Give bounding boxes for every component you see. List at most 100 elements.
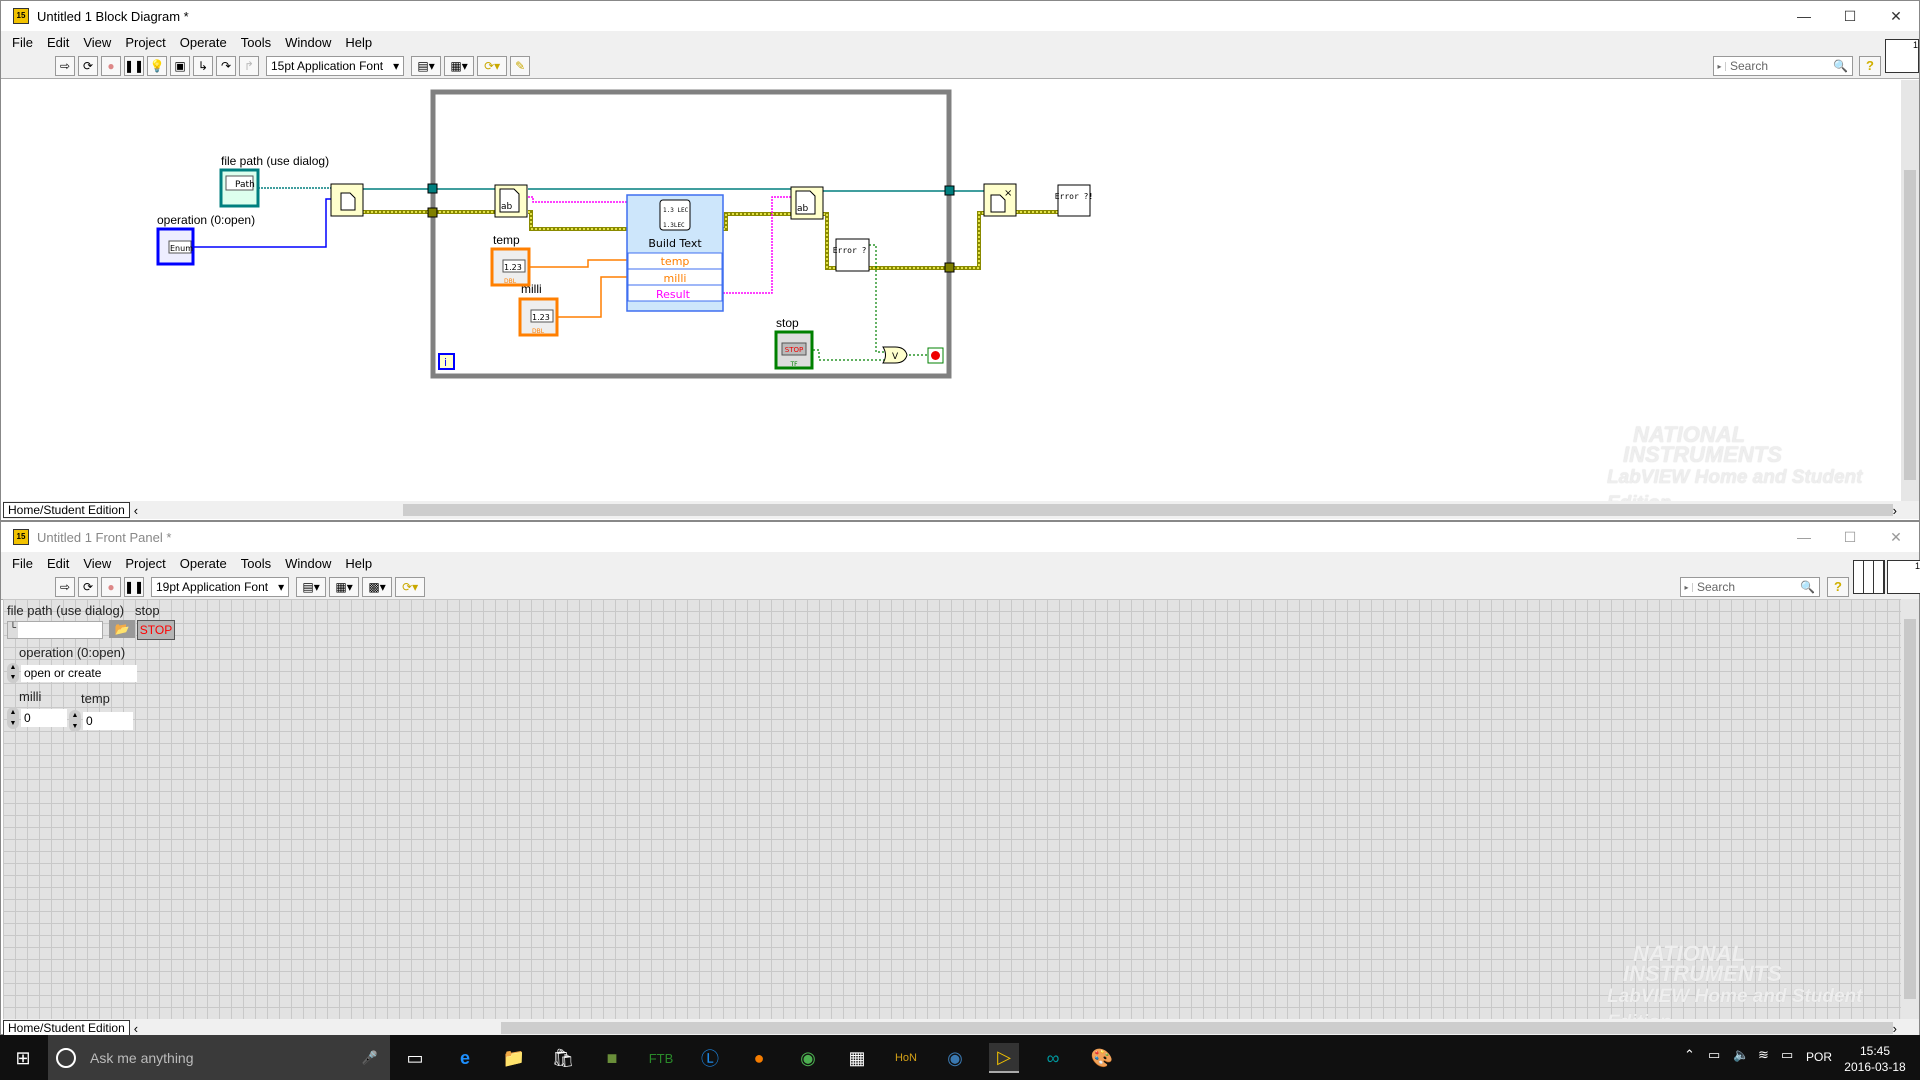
error-tunnel[interactable]: [427, 207, 438, 218]
temp-numeric-terminal[interactable]: 1.23 DBL: [490, 247, 531, 287]
minimize-button[interactable]: —: [1781, 522, 1827, 552]
temp-value[interactable]: 0: [83, 712, 133, 730]
write-text-file-node[interactable]: ab: [790, 186, 824, 220]
close-button[interactable]: ✕: [1873, 522, 1919, 552]
loop-condition-stop-icon[interactable]: [927, 347, 944, 364]
vi-icon[interactable]: 1: [1885, 39, 1919, 73]
milli-numeric-terminal[interactable]: 1.23 DBL: [518, 297, 559, 337]
font-selector[interactable]: 19pt Application Font ▾: [151, 576, 290, 597]
menu-operate[interactable]: Operate: [173, 35, 234, 50]
run-arrow-icon[interactable]: ⇨: [55, 576, 75, 597]
align-objects-icon[interactable]: ▤▾: [296, 576, 327, 597]
stop-button-terminal[interactable]: STOP TF: [774, 330, 814, 370]
vertical-scrollbar[interactable]: [1901, 599, 1919, 1019]
operation-label[interactable]: operation (0:open): [157, 213, 255, 227]
temp-stepper[interactable]: ▲ ▼: [69, 710, 81, 732]
maximize-button[interactable]: ☐: [1827, 1, 1873, 31]
horizontal-scroll-thumb[interactable]: [501, 1022, 1893, 1034]
highlight-execution-icon[interactable]: 💡: [147, 55, 167, 76]
resize-objects-icon[interactable]: ▩▾: [362, 576, 393, 597]
steam-icon[interactable]: ◉: [940, 1043, 970, 1073]
font-selector[interactable]: 15pt Application Font ▾: [266, 55, 405, 76]
abort-icon[interactable]: ●: [101, 55, 121, 76]
menu-file[interactable]: File: [5, 35, 40, 50]
milli-label[interactable]: milli: [521, 282, 542, 296]
browse-folder-icon[interactable]: 📂: [109, 620, 135, 638]
simple-error-handler[interactable]: Error ?!: [1055, 184, 1094, 217]
maximize-button[interactable]: ☐: [1827, 522, 1873, 552]
menu-tools[interactable]: Tools: [234, 556, 278, 571]
hon-icon[interactable]: HoN: [891, 1043, 921, 1073]
menu-window[interactable]: Window: [278, 556, 338, 571]
menu-view[interactable]: View: [76, 556, 118, 571]
menu-window[interactable]: Window: [278, 35, 338, 50]
file-path-terminal[interactable]: Path: [219, 168, 260, 208]
firefox-icon[interactable]: ●: [744, 1043, 774, 1073]
read-text-file-node[interactable]: ab: [494, 184, 528, 218]
context-help-icon[interactable]: ?: [1859, 56, 1881, 76]
file-path-label[interactable]: file path (use dialog): [221, 154, 329, 168]
front-panel-canvas[interactable]: file path (use dialog) stop └ 📂 STOP ope…: [3, 599, 1901, 1019]
build-text-input-temp[interactable]: temp: [661, 255, 690, 268]
scroll-left-icon[interactable]: ‹: [130, 503, 142, 518]
volume-icon[interactable]: 🔈: [1733, 1047, 1749, 1063]
vi-icon[interactable]: 1: [1887, 560, 1920, 594]
milli-numeric-control[interactable]: ▲ ▼ 0: [7, 707, 67, 729]
windows-start-icon[interactable]: ⊞: [8, 1043, 38, 1073]
step-over-icon[interactable]: ↷: [216, 55, 236, 76]
menu-help[interactable]: Help: [338, 35, 379, 50]
ftb-icon[interactable]: FTB: [646, 1043, 676, 1073]
vertical-scrollbar[interactable]: [1901, 80, 1919, 501]
menu-view[interactable]: View: [76, 35, 118, 50]
search-input[interactable]: ▸ Search 🔍: [1680, 577, 1820, 597]
search-icon[interactable]: 🔍: [1833, 59, 1852, 73]
minecraft-icon[interactable]: ■: [597, 1043, 627, 1073]
action-center-icon[interactable]: ▭: [1781, 1047, 1793, 1063]
language-indicator[interactable]: POR: [1806, 1050, 1832, 1064]
labview-taskbar-icon[interactable]: ▷: [989, 1043, 1019, 1073]
menu-operate[interactable]: Operate: [173, 556, 234, 571]
run-arrow-icon[interactable]: ⇨: [55, 55, 75, 76]
menu-file[interactable]: File: [5, 556, 40, 571]
arduino-icon[interactable]: ∞: [1038, 1043, 1068, 1073]
distribute-objects-icon[interactable]: ▦▾: [329, 576, 360, 597]
distribute-objects-icon[interactable]: ▦▾: [444, 55, 475, 76]
paint-icon[interactable]: 🎨: [1087, 1043, 1117, 1073]
refnum-tunnel[interactable]: [427, 183, 438, 194]
build-text-input-milli[interactable]: milli: [664, 272, 687, 285]
align-objects-icon[interactable]: ▤▾: [411, 55, 442, 76]
microphone-icon[interactable]: 🎤: [362, 1050, 378, 1066]
increment-decrement-arrows[interactable]: ▲ ▼: [7, 663, 19, 683]
g-app-icon[interactable]: Ⓛ: [695, 1043, 725, 1073]
file-path-control[interactable]: └: [7, 621, 103, 639]
wifi-icon[interactable]: ≋: [1758, 1047, 1769, 1063]
block-diagram-canvas[interactable]: Path Enum ab 1.3 LEC 1.3LEC Build Text t…: [3, 80, 1901, 501]
step-out-icon[interactable]: ↱: [239, 55, 259, 76]
operation-enum-control[interactable]: ▲ ▼ open or create: [7, 663, 137, 683]
temp-numeric-control[interactable]: ▲ ▼ 0: [69, 710, 133, 732]
wire-boolean[interactable]: [813, 244, 928, 361]
wire-refnum[interactable]: [258, 187, 984, 192]
simple-error-handler-inner[interactable]: Error ?!: [833, 238, 872, 272]
run-continuously-icon[interactable]: ⟳: [78, 55, 98, 76]
operation-enum-terminal[interactable]: Enum: [156, 227, 195, 266]
horizontal-scroll-thumb[interactable]: [403, 504, 1893, 516]
or-function[interactable]: V: [882, 346, 908, 364]
scroll-right-icon[interactable]: ›: [1893, 1021, 1897, 1036]
horizontal-scrollbar[interactable]: Home/Student Edition ‹ ›: [3, 501, 1919, 519]
pause-icon[interactable]: ❚❚: [124, 55, 144, 76]
chrome-icon[interactable]: ◉: [793, 1043, 823, 1073]
scroll-left-icon[interactable]: ‹: [130, 1021, 142, 1036]
refnum-tunnel-out[interactable]: [944, 185, 955, 196]
retain-wire-values-icon[interactable]: ▣: [170, 55, 190, 76]
abort-icon[interactable]: ●: [101, 576, 121, 597]
cortana-search-box[interactable]: Ask me anything 🎤: [48, 1035, 390, 1080]
menu-edit[interactable]: Edit: [40, 556, 76, 571]
clock[interactable]: 15:45 2016-03-18: [1840, 1043, 1910, 1075]
store-icon[interactable]: 🛍: [548, 1043, 578, 1073]
battery-icon[interactable]: ▭: [1708, 1047, 1720, 1063]
pause-icon[interactable]: ❚❚: [124, 576, 144, 597]
error-tunnel-out[interactable]: [944, 262, 955, 273]
close-file-node[interactable]: ×: [983, 183, 1017, 217]
context-help-icon[interactable]: ?: [1827, 577, 1849, 597]
